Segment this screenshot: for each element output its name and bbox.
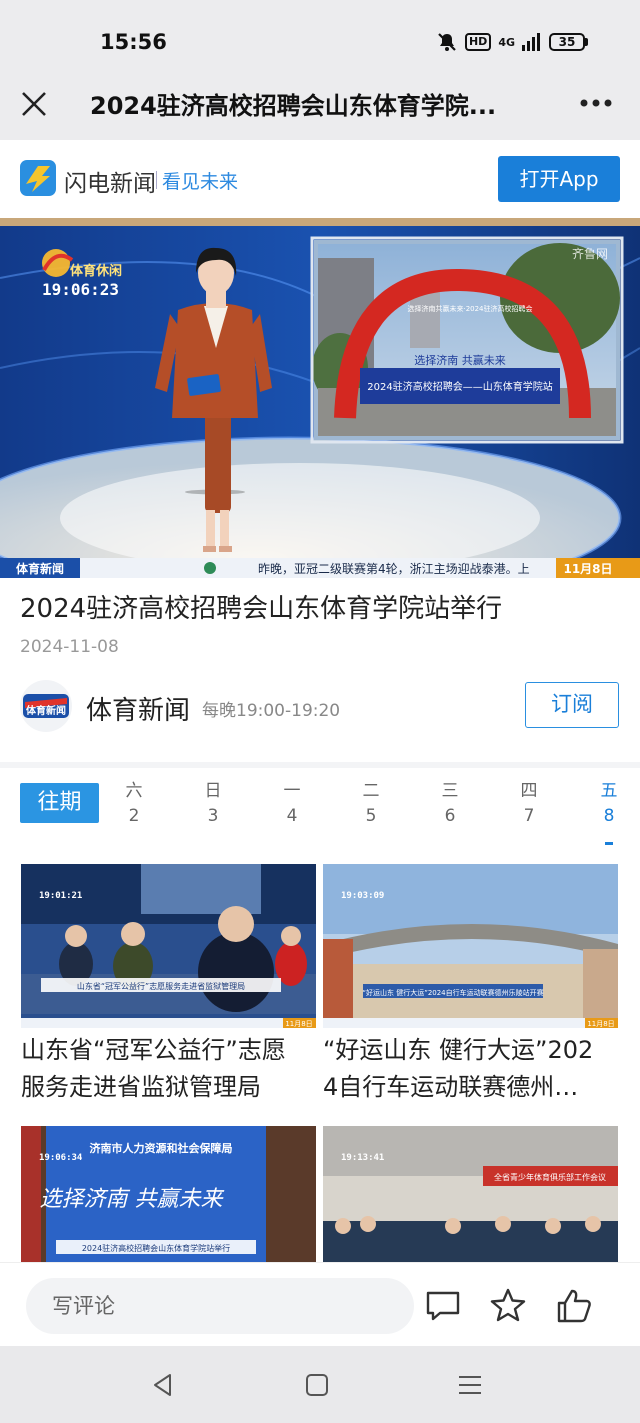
bottom-action-bar: 写评论 <box>0 1262 640 1346</box>
thumb-timecode: 19:03:09 <box>341 891 384 901</box>
day-of-week: 二 <box>362 781 380 801</box>
thumb-caption: 2024驻济高校招聘会山东体育学院站举行 <box>82 1243 230 1253</box>
status-icons: HD 4G 35 <box>436 31 588 53</box>
day-number: 3 <box>207 806 219 826</box>
close-icon[interactable] <box>14 84 54 124</box>
app-banner: 闪电新闻 看见未来 打开App <box>0 140 640 218</box>
day-of-week: 四 <box>520 781 538 801</box>
like-icon[interactable] <box>555 1287 593 1325</box>
day-of-week: 五 <box>600 781 618 801</box>
video-arch-text: 选择济南共赢未来·2024驻济高校招聘会 <box>407 304 532 313</box>
day-number: 5 <box>365 806 377 826</box>
tv-logo-text: 体育休闲 <box>70 263 122 279</box>
day-number: 6 <box>444 806 456 826</box>
card-title-line: 服务走进省监狱管理局 <box>21 1073 261 1101</box>
comment-input[interactable]: 写评论 <box>26 1278 414 1334</box>
thumb-timecode: 19:01:21 <box>39 891 82 901</box>
day-number: 2 <box>128 806 140 826</box>
more-icon[interactable] <box>576 88 616 118</box>
thumb-board-title: 全省青少年体育俱乐部工作会议 <box>494 1172 606 1182</box>
app-slogan: 看见未来 <box>155 167 238 194</box>
video-card[interactable]: “好运山东 健行大运”2024自行车运动联赛德州乐陵站开赛 19:03:09 1… <box>323 864 618 1106</box>
day-item[interactable]: 二 5 <box>351 776 391 826</box>
video-card-title: “好运山东 健行大运”202 4自行车运动联赛德州… <box>323 1032 618 1106</box>
channel-avatar[interactable]: 体育新闻 <box>20 680 72 732</box>
thumb-date: 11月8日 <box>285 1020 312 1028</box>
video-thumbnail: “好运山东 健行大运”2024自行车运动联赛德州乐陵站开赛 19:03:09 1… <box>323 864 618 1028</box>
app-name: 闪电新闻 <box>64 171 156 197</box>
video-timecode: 19:06:23 <box>42 280 119 299</box>
day-item[interactable]: 日 3 <box>193 776 233 826</box>
back-icon[interactable] <box>148 1370 178 1400</box>
thumb-date: 11月8日 <box>587 1020 614 1028</box>
battery-icon: 35 <box>549 33 588 51</box>
day-item-selected[interactable]: 五 8 <box>589 776 629 845</box>
day-item[interactable]: 四 7 <box>509 776 549 826</box>
video-player[interactable]: 选择济南 共赢未来 2024驻济高校招聘会——山东体育学院站 选择济南共赢未来·… <box>0 218 640 578</box>
channel-row: 体育新闻 体育新闻 每晚19:00-19:20 订阅 <box>0 676 640 746</box>
menu-icon[interactable] <box>455 1370 485 1400</box>
mute-icon <box>438 33 456 51</box>
article-title: 2024驻济高校招聘会山东体育学院站举行 <box>20 594 503 624</box>
star-icon[interactable] <box>489 1287 527 1325</box>
date-strip: 往期 六 2 日 3 一 4 二 5 三 6 四 7 五 8 <box>0 768 640 846</box>
subscribe-button[interactable]: 订阅 <box>525 682 619 728</box>
thumb-board-slogan: 选择济南 共赢未来 <box>40 1187 225 1212</box>
thumb-caption: “好运山东 健行大运”2024自行车运动联赛德州乐陵站开赛 <box>362 988 543 997</box>
past-episodes-button[interactable]: 往期 <box>20 783 99 823</box>
channel-schedule: 每晚19:00-19:20 <box>202 701 341 721</box>
thumb-board-title: 济南市人力资源和社会保障局 <box>90 1141 233 1155</box>
system-nav-bar <box>0 1346 640 1423</box>
battery-level: 35 <box>549 33 585 51</box>
video-watermark: 齐鲁网 <box>572 246 608 261</box>
status-time: 15:56 <box>100 30 167 54</box>
video-frame: 选择济南 共赢未来 2024驻济高校招聘会——山东体育学院站 选择济南共赢未来·… <box>0 218 640 578</box>
sports-news-logo-icon: 体育新闻 <box>23 694 69 718</box>
card-title-line: 4自行车运动联赛德州… <box>323 1073 579 1101</box>
channel-name[interactable]: 体育新闻 <box>86 690 190 727</box>
thumb-timecode: 19:13:41 <box>341 1153 384 1163</box>
video-card[interactable]: 山东省“冠军公益行”志愿服务走进省监狱管理局 19:01:21 11月8日 山东… <box>21 864 316 1106</box>
page-title: 2024驻济高校招聘会山东体育学院... <box>90 92 497 120</box>
network-label: 4G <box>498 35 515 49</box>
day-of-week: 日 <box>204 781 222 801</box>
card-title-line: 山东省“冠军公益行”志愿 <box>21 1036 286 1064</box>
day-item[interactable]: 一 4 <box>272 776 312 826</box>
hd-badge: HD <box>464 33 492 51</box>
card-title-line: “好运山东 健行大运”202 <box>323 1036 594 1064</box>
video-screen-slogan: 选择济南 共赢未来 <box>414 353 506 367</box>
day-number: 4 <box>286 806 298 826</box>
channel-logo-text: 体育新闻 <box>26 704 66 717</box>
lightning-logo-icon <box>20 160 56 196</box>
article-date: 2024-11-08 <box>20 637 119 657</box>
signal-icon <box>522 33 540 51</box>
day-of-week: 一 <box>283 781 301 801</box>
open-app-button[interactable]: 打开App <box>498 156 620 202</box>
day-item[interactable]: 六 2 <box>114 776 154 826</box>
title-bar: 2024驻济高校招聘会山东体育学院... <box>0 68 640 140</box>
ticker-text: 昨晚，亚冠二级联赛第4轮，浙江主场迎战泰港。上 <box>258 561 530 576</box>
day-item[interactable]: 三 6 <box>430 776 470 826</box>
day-of-week: 六 <box>125 781 143 801</box>
ticker-channel: 体育新闻 <box>16 561 64 576</box>
day-of-week: 三 <box>441 781 459 801</box>
day-number: 7 <box>523 806 535 826</box>
thumb-timecode: 19:06:34 <box>39 1153 83 1163</box>
video-card-title: 山东省“冠军公益行”志愿 服务走进省监狱管理局 <box>21 1032 316 1106</box>
video-screen-banner: 2024驻济高校招聘会——山东体育学院站 <box>367 380 552 393</box>
video-thumbnail: 山东省“冠军公益行”志愿服务走进省监狱管理局 19:01:21 11月8日 <box>21 864 316 1028</box>
ticker-date: 11月8日 <box>563 562 612 576</box>
thumb-caption: 山东省“冠军公益行”志愿服务走进省监狱管理局 <box>77 981 245 991</box>
comment-icon[interactable] <box>424 1287 462 1325</box>
day-number: 8 <box>603 806 615 826</box>
home-icon[interactable] <box>302 1370 332 1400</box>
